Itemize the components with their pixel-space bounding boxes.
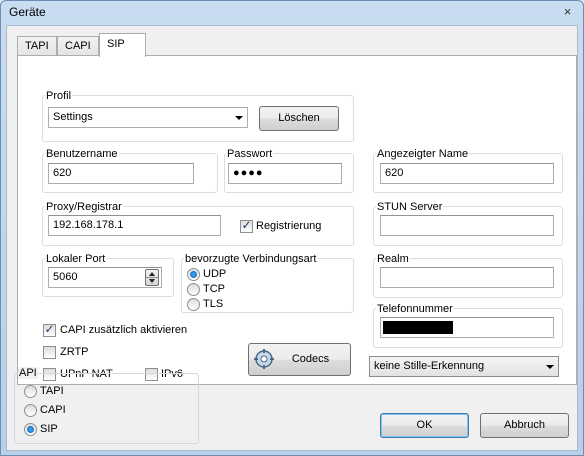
tab-capi[interactable]: CAPI [57, 36, 99, 56]
zrtp-checkbox[interactable] [43, 346, 56, 359]
checkmark-icon: ✓ [241, 218, 252, 232]
window-title: Geräte [9, 5, 46, 19]
passwort-label: Passwort [226, 148, 274, 160]
spin-down-icon [149, 279, 155, 283]
sip-tab-panel: Profil Settings Löschen Benutzername 620… [17, 55, 577, 385]
title-bar: Geräte × [1, 1, 583, 25]
angezeigter-name-value: 620 [385, 167, 404, 179]
dialog-window: Geräte × TAPI CAPI SIP Profil Settings L… [0, 0, 584, 456]
ok-button-label: OK [416, 419, 433, 431]
stille-erkennung-value: keine Stille-Erkennung [374, 360, 485, 372]
tls-radio[interactable] [187, 298, 200, 311]
loeschen-button-label: Löschen [278, 112, 320, 124]
stun-field[interactable] [380, 215, 554, 236]
lokaler-port-spinner[interactable] [145, 269, 159, 286]
capi-zusaetzlich-label: CAPI zusätzlich aktivieren [60, 324, 188, 336]
loeschen-button[interactable]: Löschen [259, 106, 339, 131]
tab-tapi-label: TAPI [25, 40, 49, 52]
stun-label: STUN Server [376, 201, 444, 213]
passwort-field[interactable]: ●●●● [228, 163, 342, 184]
api-capi-label: CAPI [40, 404, 66, 416]
passwort-value: ●●●● [233, 167, 264, 179]
benutzername-value: 620 [53, 167, 72, 179]
tls-label: TLS [203, 298, 224, 310]
telefonnummer-label: Telefonnummer [376, 303, 454, 315]
capi-zusaetzlich-checkbox[interactable]: ✓ [43, 322, 56, 337]
udp-label: UDP [203, 268, 227, 280]
registrierung-label: Registrierung [256, 220, 322, 232]
api-sip-label: SIP [40, 423, 58, 435]
chevron-down-icon [546, 365, 554, 369]
registrierung-checkbox[interactable]: ✓ [240, 218, 253, 233]
redacted-phone-number [383, 321, 453, 334]
proxy-field[interactable]: 192.168.178.1 [48, 215, 221, 236]
tab-sip-label: SIP [107, 38, 125, 50]
api-tapi-radio[interactable] [24, 385, 37, 398]
proxy-value: 192.168.178.1 [53, 219, 124, 231]
spin-divider [146, 277, 158, 278]
codecs-button[interactable]: Codecs [248, 343, 351, 376]
abbruch-button-label: Abbruch [504, 419, 545, 431]
angezeigter-name-label: Angezeigter Name [376, 148, 470, 160]
lokaler-port-value: 5060 [53, 271, 78, 283]
dialog-client-area: TAPI CAPI SIP Profil Settings Löschen Be… [6, 25, 578, 451]
profil-label: Profil [45, 90, 73, 102]
codecs-button-label: Codecs [291, 353, 330, 365]
api-label: API [18, 367, 38, 379]
chevron-down-icon [235, 116, 243, 120]
tab-sip[interactable]: SIP [99, 33, 146, 57]
api-capi-radio[interactable] [24, 404, 37, 417]
telefonnummer-field[interactable] [380, 317, 554, 338]
tab-tapi[interactable]: TAPI [17, 36, 57, 56]
zrtp-label: ZRTP [60, 346, 89, 358]
tcp-label: TCP [203, 283, 225, 295]
proxy-label: Proxy/Registrar [45, 201, 123, 213]
udp-radio[interactable] [187, 268, 200, 281]
api-sip-radio[interactable] [24, 423, 37, 436]
api-tapi-label: TAPI [40, 385, 64, 397]
benutzername-field[interactable]: 620 [48, 163, 194, 184]
lokaler-port-label: Lokaler Port [45, 253, 107, 265]
angezeigter-name-field[interactable]: 620 [380, 163, 554, 184]
tab-capi-label: CAPI [65, 40, 91, 52]
ok-button[interactable]: OK [380, 413, 469, 438]
benutzername-label: Benutzername [45, 148, 119, 160]
abbruch-button[interactable]: Abbruch [480, 413, 569, 438]
spin-up-icon [149, 272, 155, 276]
stille-erkennung-select[interactable]: keine Stille-Erkennung [369, 356, 559, 377]
codecs-gear-icon [254, 349, 274, 369]
close-icon[interactable]: × [559, 5, 576, 20]
profil-select[interactable]: Settings [48, 107, 248, 128]
tcp-radio[interactable] [187, 283, 200, 296]
realm-field[interactable] [380, 267, 554, 288]
profil-select-value: Settings [53, 111, 93, 123]
checkmark-icon: ✓ [44, 322, 55, 336]
realm-label: Realm [376, 253, 410, 265]
verbindungsart-label: bevorzugte Verbindungsart [184, 253, 318, 265]
